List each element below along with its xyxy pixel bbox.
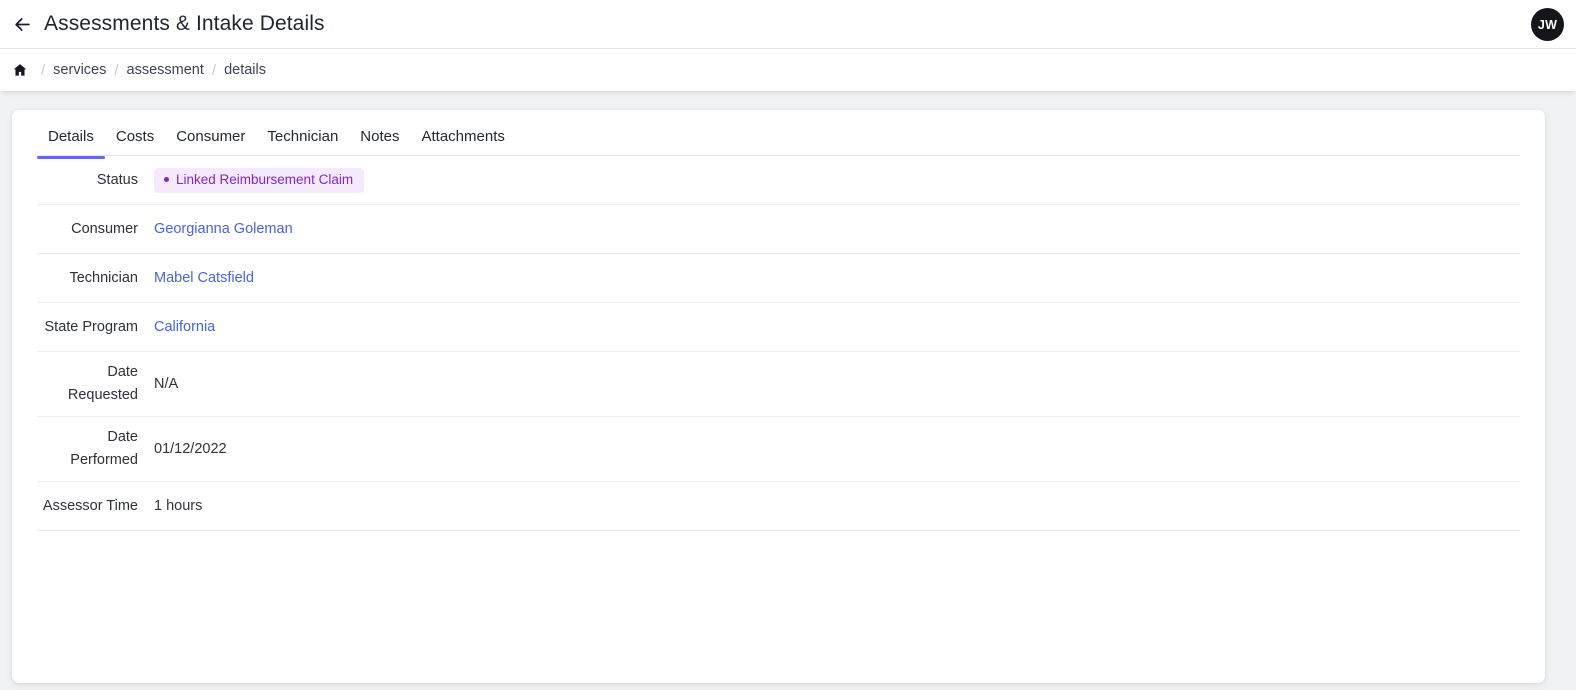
field-row-status: Status Linked Reimbursement Claim	[37, 156, 1520, 205]
breadcrumb: / services / assessment / details	[0, 49, 1576, 91]
field-value-assessor-time: 1 hours	[154, 495, 202, 518]
status-badge-label: Linked Reimbursement Claim	[176, 173, 353, 187]
field-label-state-program: State Program	[37, 316, 138, 339]
details-card: Details Costs Consumer Technician Notes …	[12, 110, 1545, 683]
avatar[interactable]: JW	[1531, 8, 1564, 41]
field-label-status: Status	[37, 169, 138, 192]
field-row-date-requested: Date Requested N/A	[37, 352, 1520, 417]
breadcrumb-separator: /	[212, 62, 216, 79]
field-value-consumer[interactable]: Georgianna Goleman	[154, 218, 293, 241]
details-field-list: Status Linked Reimbursement Claim Consum…	[37, 156, 1520, 531]
status-badge: Linked Reimbursement Claim	[154, 168, 364, 193]
field-row-state-program: State Program California	[37, 303, 1520, 352]
field-row-assessor-time: Assessor Time 1 hours	[37, 482, 1520, 531]
field-value-date-performed: 01/12/2022	[154, 438, 227, 461]
page-title: Assessments & Intake Details	[44, 12, 325, 36]
back-arrow-icon[interactable]	[5, 7, 39, 41]
breadcrumb-item-services[interactable]: services	[53, 62, 106, 78]
tab-details[interactable]: Details	[37, 110, 105, 158]
field-value-technician[interactable]: Mabel Catsfield	[154, 267, 254, 290]
tab-notes[interactable]: Notes	[349, 110, 410, 158]
field-label-assessor-time: Assessor Time	[37, 495, 138, 518]
home-icon[interactable]	[7, 59, 33, 81]
field-label-date-performed: Date Performed	[37, 426, 138, 472]
tab-technician[interactable]: Technician	[256, 110, 349, 158]
breadcrumb-separator: /	[41, 62, 45, 79]
field-row-consumer: Consumer Georgianna Goleman	[37, 205, 1520, 254]
field-row-technician: Technician Mabel Catsfield	[37, 254, 1520, 303]
field-value-status: Linked Reimbursement Claim	[154, 167, 364, 193]
field-label-consumer: Consumer	[37, 218, 138, 241]
tab-attachments[interactable]: Attachments	[410, 110, 515, 158]
tab-bar: Details Costs Consumer Technician Notes …	[37, 110, 1520, 156]
tab-costs[interactable]: Costs	[105, 110, 165, 158]
app-header: Assessments & Intake Details JW	[0, 0, 1576, 49]
field-row-date-performed: Date Performed 01/12/2022	[37, 417, 1520, 482]
breadcrumb-separator: /	[114, 62, 118, 79]
field-value-date-requested: N/A	[154, 373, 178, 396]
field-label-technician: Technician	[37, 267, 138, 290]
field-label-date-requested: Date Requested	[37, 361, 138, 407]
tab-consumer[interactable]: Consumer	[165, 110, 256, 158]
field-value-state-program[interactable]: California	[154, 316, 215, 339]
breadcrumb-item-details[interactable]: details	[224, 62, 266, 78]
breadcrumb-item-assessment[interactable]: assessment	[127, 62, 204, 78]
status-dot-icon	[164, 177, 169, 182]
